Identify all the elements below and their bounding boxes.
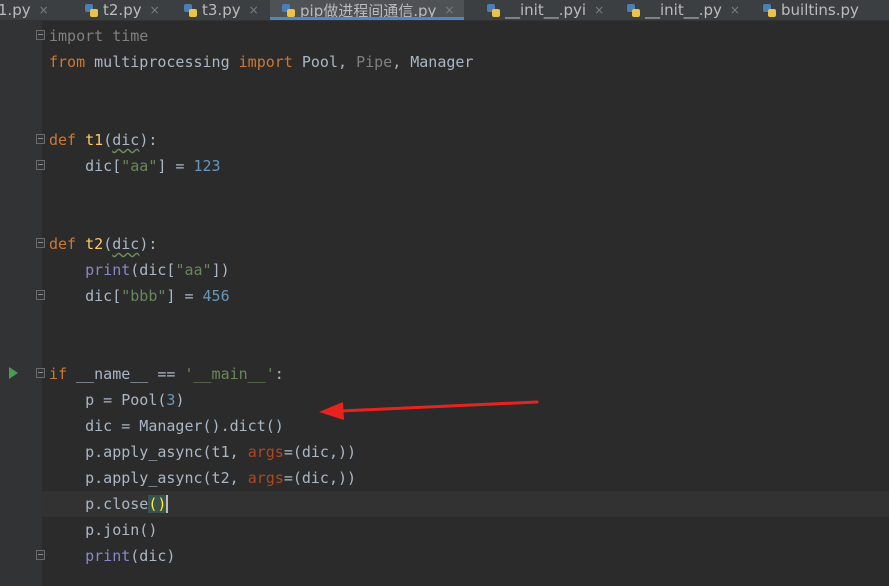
annotation-arrow (319, 400, 539, 420)
annotation-arrow-shaft (338, 400, 539, 413)
annotation-arrow-head (319, 402, 344, 420)
